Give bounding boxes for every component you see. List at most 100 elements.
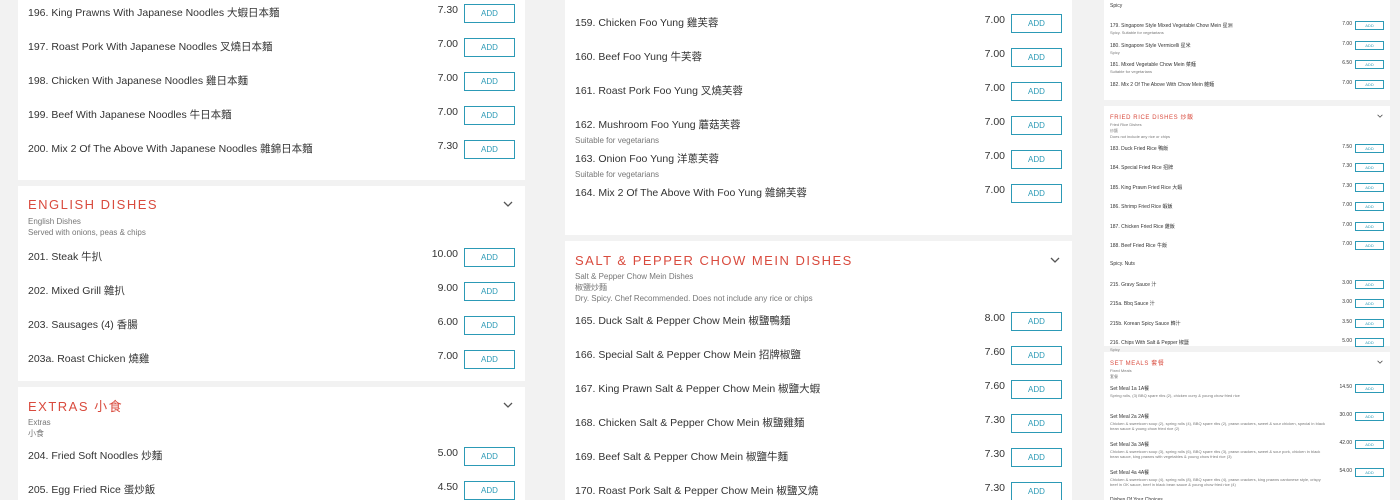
section-header[interactable]: ENGLISH DISHES	[18, 186, 525, 216]
add-button-wrap: ADD	[1355, 202, 1384, 212]
section-header[interactable]: SET MEALS 套餐	[1104, 352, 1390, 368]
section-header[interactable]: FRIED RICE DISHES 炒飯	[1104, 106, 1390, 122]
menu-item-price: 7.00	[1342, 40, 1352, 47]
menu-column-2: 159. Chicken Foo Yung 雞芙蓉 7.00 ADD 160. Bee…	[565, 0, 1072, 500]
add-to-order-button[interactable]: ADD	[1011, 150, 1062, 169]
menu-item: Set Meal 4a 4A餐 Chicken & sweetcorn soup …	[1104, 468, 1390, 496]
menu-item-name: 164. Mix 2 Of The Above With Foo Yung 雜錦…	[575, 184, 963, 204]
menu-page: 196. King Prawns With Japanese Noodles 大…	[0, 0, 1400, 500]
add-to-order-button[interactable]: ADD	[1355, 182, 1384, 192]
add-to-order-button[interactable]: ADD	[464, 4, 515, 23]
add-to-order-button[interactable]: ADD	[1355, 40, 1384, 50]
add-to-order-button[interactable]: ADD	[1355, 21, 1384, 31]
menu-item-name: 216. Chips With Salt & Pepper 椒鹽 Spicy	[1110, 338, 1325, 352]
add-to-order-button[interactable]: ADD	[1355, 79, 1384, 89]
menu-item-price: 7.00	[437, 350, 458, 362]
add-to-order-button[interactable]: ADD	[464, 282, 515, 301]
add-to-order-button[interactable]: ADD	[464, 38, 515, 57]
menu-item-price: 7.00	[984, 82, 1005, 94]
add-to-order-button[interactable]: ADD	[1355, 412, 1384, 421]
add-to-order-button[interactable]: ADD	[464, 350, 515, 369]
menu-item-price: 7.50	[1342, 144, 1352, 150]
menu-item: Set Meal 3a 3A餐 Chicken & sweetcorn soup …	[1104, 440, 1390, 468]
add-to-order-button[interactable]: ADD	[1355, 221, 1384, 231]
add-button-wrap: ADD	[1355, 40, 1384, 50]
menu-item-price: 7.30	[984, 482, 1005, 494]
add-to-order-button[interactable]: ADD	[1355, 144, 1384, 153]
section-header[interactable]: SALT & PEPPER CHOW MEIN DISHES	[565, 241, 1072, 271]
add-button-wrap: ADD	[1011, 346, 1062, 365]
chevron-down-icon[interactable]	[1376, 112, 1384, 120]
add-to-order-button[interactable]: ADD	[1355, 240, 1384, 250]
menu-item: 203a. Roast Chicken 燒雞 7.00 ADD	[18, 350, 525, 384]
menu-item-price: 7.00	[984, 150, 1005, 162]
menu-item-title: 179. Singapore Style Mixed Vegetable Cho…	[1110, 23, 1233, 30]
menu-item: 170. Roast Pork Salt & Pepper Chow Mein …	[565, 482, 1072, 500]
chevron-down-icon[interactable]	[501, 197, 515, 211]
chevron-down-icon[interactable]	[501, 398, 515, 412]
menu-item-name: 203. Sausages (4) 香腸	[28, 316, 416, 336]
add-to-order-button[interactable]: ADD	[1011, 82, 1062, 101]
add-to-order-button[interactable]: ADD	[1011, 346, 1062, 365]
add-button-wrap: ADD	[1355, 240, 1384, 250]
add-to-order-button[interactable]: ADD	[1011, 414, 1062, 433]
add-button-wrap: ADD	[464, 38, 515, 57]
menu-item: 179. Singapore Style Mixed Vegetable Cho…	[1104, 21, 1390, 40]
add-to-order-button[interactable]: ADD	[464, 72, 515, 91]
menu-item-name: 188. Beef Fried Rice 牛飯	[1110, 241, 1325, 250]
add-to-order-button[interactable]: ADD	[1355, 202, 1384, 212]
add-to-order-button[interactable]: ADD	[1355, 60, 1384, 70]
add-to-order-button[interactable]: ADD	[1011, 48, 1062, 67]
add-to-order-button[interactable]: ADD	[464, 248, 515, 267]
add-button-wrap: ADD	[1355, 412, 1384, 421]
add-to-order-button[interactable]: ADD	[1355, 163, 1384, 173]
menu-item-name: Set Meal 3a 3A餐 Chicken & sweetcorn soup …	[1110, 440, 1325, 459]
menu-item: 160. Beef Foo Yung 牛芙蓉 7.00 ADD	[565, 48, 1072, 82]
menu-column-1: 196. King Prawns With Japanese Noodles 大…	[18, 0, 525, 500]
add-button-wrap: ADD	[464, 350, 515, 369]
add-to-order-button[interactable]: ADD	[1355, 384, 1384, 393]
menu-item-price: 5.00	[1342, 337, 1352, 344]
menu-item-title: 203a. Roast Chicken 燒雞	[28, 353, 150, 365]
add-to-order-button[interactable]: ADD	[1355, 468, 1384, 477]
menu-item-title: 196. King Prawns With Japanese Noodles 大…	[28, 7, 280, 19]
add-to-order-button[interactable]: ADD	[464, 447, 515, 466]
menu-item-title: 202. Mixed Grill 雜扒	[28, 285, 125, 297]
add-to-order-button[interactable]: ADD	[464, 316, 515, 335]
add-to-order-button[interactable]: ADD	[464, 481, 515, 500]
chevron-down-icon[interactable]	[1376, 358, 1384, 366]
add-to-order-button[interactable]: ADD	[1355, 279, 1384, 289]
add-button-wrap: ADD	[1011, 448, 1062, 467]
menu-item: 183. Duck Fried Rice 鴨飯 7.50 ADD	[1104, 144, 1390, 163]
menu-item-title: 205. Egg Fried Rice 蛋炒飯	[28, 484, 156, 496]
add-to-order-button[interactable]: ADD	[1011, 312, 1062, 331]
add-to-order-button[interactable]: ADD	[1011, 116, 1062, 135]
menu-item-note: Chicken & sweetcorn soup (3), spring rol…	[1110, 449, 1321, 459]
chevron-down-icon[interactable]	[1048, 253, 1062, 267]
add-to-order-button[interactable]: ADD	[1011, 14, 1062, 33]
add-to-order-button[interactable]: ADD	[1011, 448, 1062, 467]
menu-item-name: 162. Mushroom Foo Yung 蘑菇芙蓉 Suitable for …	[575, 116, 963, 145]
menu-item-name: 215a. Bbq Sauce 汁	[1110, 299, 1325, 308]
menu-item: 168. Chicken Salt & Pepper Chow Mein 椒鹽雞…	[565, 414, 1072, 448]
menu-item: 182. Mix 2 Of The Above With Chow Mein 雜…	[1104, 79, 1390, 99]
add-to-order-button[interactable]: ADD	[1355, 318, 1384, 328]
add-to-order-button[interactable]: ADD	[1011, 184, 1062, 203]
menu-item: Dishes Of Your Choices	[1104, 496, 1390, 500]
add-to-order-button[interactable]: ADD	[1011, 482, 1062, 500]
menu-item-price: 7.30	[437, 140, 458, 152]
menu-item-name: 201. Steak 牛扒	[28, 248, 416, 268]
add-to-order-button[interactable]: ADD	[464, 106, 515, 125]
section-header[interactable]: EXTRAS 小食	[18, 387, 525, 417]
menu-item-title: 185. King Prawn Fried Rice 大蝦	[1110, 184, 1183, 191]
menu-item: 164. Mix 2 Of The Above With Foo Yung 雜錦…	[565, 184, 1072, 218]
add-to-order-button[interactable]: ADD	[1355, 299, 1384, 309]
add-to-order-button[interactable]: ADD	[1011, 380, 1062, 399]
section-title: EXTRAS 小食	[28, 398, 124, 414]
add-to-order-button[interactable]: ADD	[1355, 440, 1384, 449]
menu-item-name: Spicy. Nuts	[1110, 260, 1354, 268]
add-to-order-button[interactable]: ADD	[1355, 337, 1384, 347]
menu-item-title: 216. Chips With Salt & Pepper 椒鹽	[1110, 339, 1189, 346]
add-to-order-button[interactable]: ADD	[464, 140, 515, 159]
menu-item-price: 9.00	[437, 282, 458, 294]
